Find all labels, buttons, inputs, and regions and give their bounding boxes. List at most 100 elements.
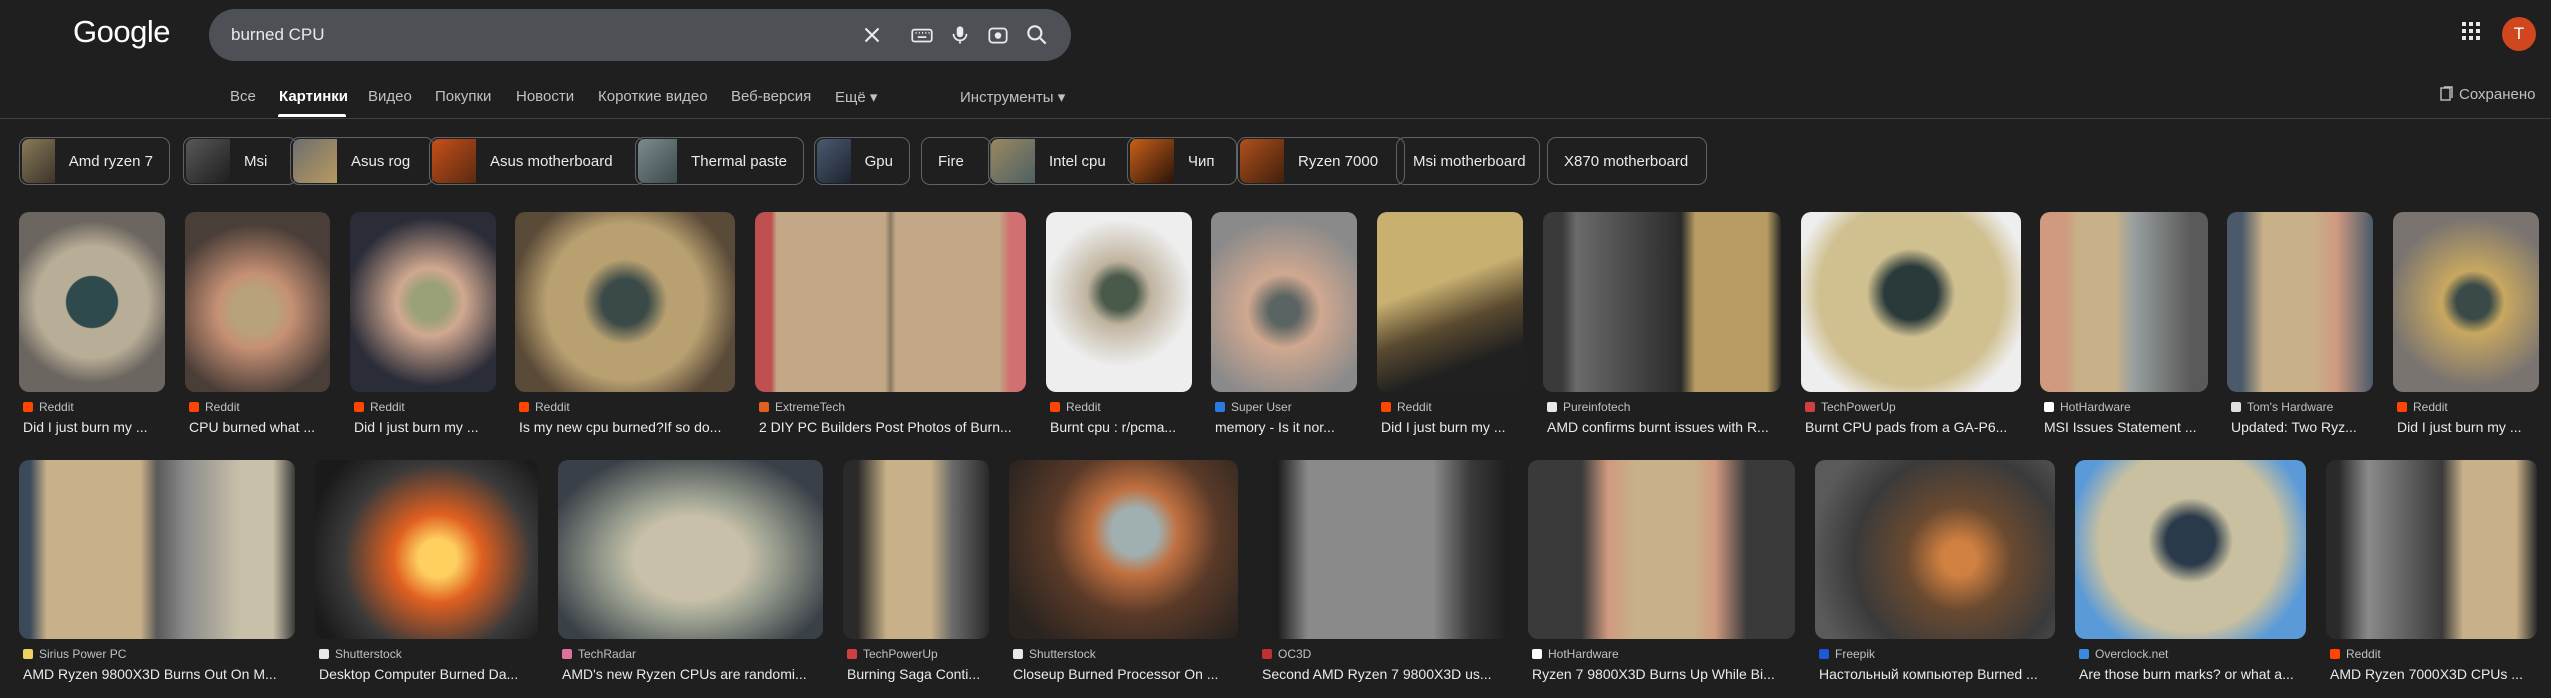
chip-x870-motherboard[interactable]: X870 motherboard — [1547, 137, 1707, 185]
result-thumbnail[interactable] — [1815, 460, 2055, 639]
result-thumbnail[interactable] — [2040, 212, 2208, 392]
result-thumbnail[interactable] — [1211, 212, 1357, 392]
chip-fire[interactable]: Fire — [921, 137, 991, 185]
result-title[interactable]: 2 DIY PC Builders Post Photos of Burn... — [759, 419, 1026, 435]
result-title[interactable]: Closeup Burned Processor On ... — [1013, 666, 1238, 682]
image-result[interactable]: Pureinfotech AMD confirms burnt issues w… — [1543, 212, 1781, 442]
result-title[interactable]: AMD Ryzen 9800X3D Burns Out On M... — [23, 666, 295, 682]
tab-short-videos[interactable]: Короткие видео — [598, 88, 708, 105]
result-thumbnail[interactable] — [19, 212, 165, 392]
result-title[interactable]: AMD Ryzen 7000X3D CPUs ... — [2330, 666, 2537, 682]
result-title[interactable]: Desktop Computer Burned Da... — [319, 666, 538, 682]
result-title[interactable]: MSI Issues Statement ... — [2044, 419, 2208, 435]
tab-images[interactable]: Картинки — [279, 88, 348, 105]
image-result[interactable]: Reddit AMD Ryzen 7000X3D CPUs ... — [2326, 460, 2537, 690]
image-result[interactable]: Super User memory - Is it nor... — [1211, 212, 1357, 442]
result-thumbnail[interactable] — [515, 212, 735, 392]
keyboard-icon[interactable] — [909, 22, 935, 48]
search-box[interactable]: burned CPU — [209, 9, 1071, 61]
result-thumbnail[interactable] — [755, 212, 1026, 392]
result-thumbnail[interactable] — [2227, 212, 2373, 392]
result-title[interactable]: Updated: Two Ryz... — [2231, 419, 2373, 435]
result-title[interactable]: Burnt cpu : r/pcma... — [1050, 419, 1192, 435]
result-thumbnail[interactable] — [1528, 460, 1795, 639]
image-result[interactable]: Sirius Power PC AMD Ryzen 9800X3D Burns … — [19, 460, 295, 690]
chip-msi-motherboard[interactable]: Msi motherboard — [1396, 137, 1540, 185]
chip-msi[interactable]: Msi — [183, 137, 297, 185]
result-thumbnail[interactable] — [1009, 460, 1238, 639]
result-thumbnail[interactable] — [843, 460, 989, 639]
search-icon[interactable] — [1024, 22, 1050, 48]
result-thumbnail[interactable] — [2075, 460, 2306, 639]
image-result[interactable]: Freepik Настольный компьютер Burned ... — [1815, 460, 2055, 690]
search-input[interactable]: burned CPU — [231, 25, 325, 45]
image-result[interactable]: Reddit Did I just burn my ... — [2393, 212, 2539, 442]
result-title[interactable]: Did I just burn my ... — [2397, 419, 2539, 435]
image-result[interactable]: HotHardware Ryzen 7 9800X3D Burns Up Whi… — [1528, 460, 1795, 690]
image-result[interactable]: Reddit Is my new cpu burned?If so do... — [515, 212, 735, 442]
tab-web[interactable]: Веб-версия — [731, 88, 811, 105]
chip-amd-ryzen-7[interactable]: Amd ryzen 7 — [19, 137, 170, 185]
result-thumbnail[interactable] — [1543, 212, 1781, 392]
image-result[interactable]: OC3D Second AMD Ryzen 7 9800X3D us... — [1258, 460, 1508, 690]
result-title[interactable]: Ryzen 7 9800X3D Burns Up While Bi... — [1532, 666, 1795, 682]
result-thumbnail[interactable] — [185, 212, 330, 392]
saved-link[interactable]: Сохранено — [2440, 86, 2535, 103]
result-thumbnail[interactable] — [315, 460, 538, 639]
chip-chip[interactable]: Чип — [1127, 137, 1237, 185]
result-title[interactable]: Did I just burn my ... — [354, 419, 496, 435]
result-title[interactable]: Is my new cpu burned?If so do... — [519, 419, 735, 435]
tab-news[interactable]: Новости — [516, 88, 574, 105]
result-thumbnail[interactable] — [1377, 212, 1523, 392]
result-title[interactable]: AMD's new Ryzen CPUs are randomi... — [562, 666, 823, 682]
chip-asus-motherboard[interactable]: Asus motherboard — [429, 137, 645, 185]
image-result[interactable]: Overclock.net Are those burn marks? or w… — [2075, 460, 2306, 690]
result-title[interactable]: Настольный компьютер Burned ... — [1819, 666, 2055, 682]
result-title[interactable]: Did I just burn my ... — [23, 419, 165, 435]
chip-asus-rog[interactable]: Asus rog — [290, 137, 434, 185]
image-result[interactable]: Reddit Did I just burn my ... — [350, 212, 496, 442]
tab-shopping[interactable]: Покупки — [435, 88, 491, 105]
tab-more[interactable]: Ещё ▾ — [835, 88, 877, 106]
image-result[interactable]: Reddit Did I just burn my ... — [1377, 212, 1523, 442]
result-thumbnail[interactable] — [19, 460, 295, 639]
image-result[interactable]: Shutterstock Closeup Burned Processor On… — [1009, 460, 1238, 690]
result-title[interactable]: Are those burn marks? or what a... — [2079, 666, 2306, 682]
result-thumbnail[interactable] — [558, 460, 823, 639]
microphone-icon[interactable] — [947, 22, 973, 48]
image-result[interactable]: TechRadar AMD's new Ryzen CPUs are rando… — [558, 460, 823, 690]
image-result[interactable]: Tom's Hardware Updated: Two Ryz... — [2227, 212, 2373, 442]
camera-lens-icon[interactable] — [985, 22, 1011, 48]
chip-thermal-paste[interactable]: Thermal paste — [635, 137, 804, 185]
clear-icon[interactable] — [859, 22, 885, 48]
image-result[interactable]: Reddit CPU burned what ... — [185, 212, 330, 442]
result-thumbnail[interactable] — [350, 212, 496, 392]
tools-menu[interactable]: Инструменты ▾ — [960, 88, 1065, 106]
image-result[interactable]: TechPowerUp Burnt CPU pads from a GA-P6.… — [1801, 212, 2021, 442]
result-title[interactable]: Burnt CPU pads from a GA-P6... — [1805, 419, 2021, 435]
result-title[interactable]: Second AMD Ryzen 7 9800X3D us... — [1262, 666, 1508, 682]
image-result[interactable]: HotHardware MSI Issues Statement ... — [2040, 212, 2208, 442]
account-avatar[interactable]: T — [2502, 17, 2536, 51]
result-thumbnail[interactable] — [2326, 460, 2537, 639]
result-title[interactable]: Did I just burn my ... — [1381, 419, 1523, 435]
google-logo[interactable]: Google — [73, 14, 170, 50]
result-thumbnail[interactable] — [1801, 212, 2021, 392]
chip-intel-cpu[interactable]: Intel cpu — [988, 137, 1138, 185]
chip-gpu[interactable]: Gpu — [814, 137, 910, 185]
image-result[interactable]: Reddit Did I just burn my ... — [19, 212, 165, 442]
image-result[interactable]: TechPowerUp Burning Saga Conti... — [843, 460, 989, 690]
result-title[interactable]: AMD confirms burnt issues with R... — [1547, 419, 1781, 435]
result-thumbnail[interactable] — [1046, 212, 1192, 392]
chip-ryzen-7000[interactable]: Ryzen 7000 — [1237, 137, 1405, 185]
tab-videos[interactable]: Видео — [368, 88, 412, 105]
result-title[interactable]: memory - Is it nor... — [1215, 419, 1357, 435]
tab-all[interactable]: Все — [230, 88, 256, 105]
result-title[interactable]: CPU burned what ... — [189, 419, 330, 435]
result-title[interactable]: Burning Saga Conti... — [847, 666, 989, 682]
image-result[interactable]: Shutterstock Desktop Computer Burned Da.… — [315, 460, 538, 690]
result-thumbnail[interactable] — [2393, 212, 2539, 392]
image-result[interactable]: Reddit Burnt cpu : r/pcma... — [1046, 212, 1192, 442]
image-result[interactable]: ExtremeTech 2 DIY PC Builders Post Photo… — [755, 212, 1026, 442]
result-thumbnail[interactable] — [1258, 460, 1508, 639]
